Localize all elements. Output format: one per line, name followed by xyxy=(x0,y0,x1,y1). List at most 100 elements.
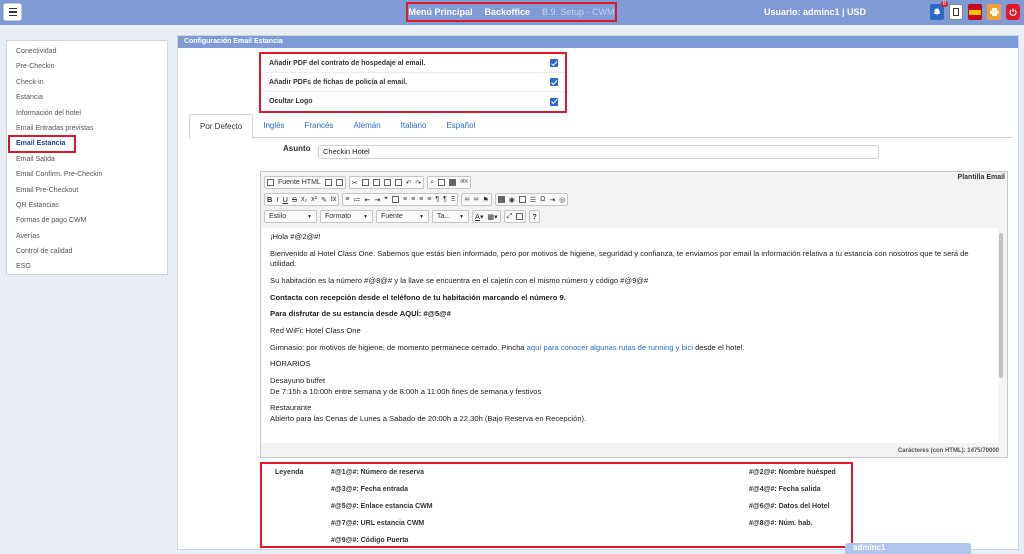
sidebar-item-averias[interactable]: Averías xyxy=(7,229,167,244)
menu-toggle-icon[interactable] xyxy=(3,3,22,21)
bullet-list-icon[interactable]: ≔ xyxy=(353,196,360,204)
editor-content[interactable]: ¡Hola #@2@#! Bienvenido al Hotel Class O… xyxy=(262,228,998,443)
sidebar-item-esg[interactable]: ESG xyxy=(7,259,167,274)
size-select[interactable]: Ta... ▼ xyxy=(432,210,469,223)
nav-backoffice[interactable]: Backoffice xyxy=(484,7,530,17)
special-char-icon[interactable]: Ω xyxy=(540,196,545,203)
document-icon[interactable] xyxy=(949,4,963,20)
content-paragraph: Gimnasio: por motivos de higiene, de mom… xyxy=(270,343,990,354)
paste-icon[interactable] xyxy=(372,179,380,186)
sidebar-item-email-pre-checkout[interactable]: Email Pre-Checkout xyxy=(7,183,167,198)
chevron-down-icon: ▼ xyxy=(419,213,424,220)
show-blocks-icon[interactable] xyxy=(516,213,524,220)
align-right-icon[interactable]: ≡ xyxy=(419,196,423,203)
copy-icon[interactable] xyxy=(361,179,369,186)
page-break-icon[interactable]: ⇥ xyxy=(549,196,555,204)
option-hide-logo[interactable]: Ocultar Logo xyxy=(261,92,565,111)
italic-icon[interactable]: I xyxy=(276,195,278,204)
superscript-icon[interactable]: x² xyxy=(311,196,317,203)
align-justify-icon[interactable]: ≡ xyxy=(427,196,431,203)
sidebar-item-email-confirm-pre-checkin[interactable]: Email Confirm. Pre-Checkin xyxy=(7,167,167,182)
sidebar-item-conectividad[interactable]: Conectividad xyxy=(7,44,167,59)
replace-icon[interactable] xyxy=(438,179,446,186)
bold-icon[interactable]: B xyxy=(267,195,272,204)
tab-spanish[interactable]: Español xyxy=(436,114,485,138)
table-icon[interactable] xyxy=(518,196,526,203)
notifications-icon[interactable]: 8 xyxy=(930,1,948,20)
sidebar-item-qr-estancias[interactable]: QR Estancias xyxy=(7,198,167,213)
running-routes-link[interactable]: aquí para conocer algunas rutas de runni… xyxy=(527,343,693,352)
link-icon[interactable]: ∞ xyxy=(464,196,469,203)
language-icon[interactable]: Ξ xyxy=(451,196,456,203)
spellcheck-icon[interactable]: ᵃᵇᶜ xyxy=(460,179,468,186)
subscript-icon[interactable]: x₂ xyxy=(301,196,307,203)
tab-german[interactable]: Alemán xyxy=(344,114,391,138)
sidebar-item-check-in[interactable]: Check-in xyxy=(7,75,167,90)
bg-color-icon[interactable]: ▩▾ xyxy=(488,213,498,221)
user-info[interactable]: Usuario: adminc1 | USD xyxy=(764,7,866,17)
sidebar-item-email-estancia[interactable]: Email Estancia xyxy=(8,135,76,153)
checkbox-police-pdf[interactable] xyxy=(550,78,558,86)
align-left-icon[interactable]: ≡ xyxy=(403,196,407,203)
preview-icon[interactable] xyxy=(324,179,332,186)
sidebar-item-estancia[interactable]: Estancia xyxy=(7,90,167,105)
source-button[interactable]: Fuente HTML xyxy=(278,179,321,186)
tab-english[interactable]: Inglés xyxy=(253,114,294,138)
cut-icon[interactable]: ✂ xyxy=(352,179,358,187)
help-icon[interactable]: ? xyxy=(532,212,537,221)
footer-user-tab[interactable]: adminc1 xyxy=(845,543,971,554)
text-color-icon[interactable]: A▾ xyxy=(475,212,484,221)
strike-icon[interactable]: S xyxy=(292,195,297,204)
template-icon[interactable] xyxy=(335,179,343,186)
sidebar-item-control-calidad[interactable]: Control de calidad xyxy=(7,244,167,259)
numbered-list-icon[interactable]: ≡ xyxy=(345,196,349,203)
select-all-icon[interactable] xyxy=(449,179,457,186)
paste-text-icon[interactable] xyxy=(383,179,391,186)
div-icon[interactable] xyxy=(391,196,399,203)
find-icon[interactable]: ⌕ xyxy=(430,179,434,187)
horizontal-rule-icon[interactable]: ☰ xyxy=(530,196,536,204)
notifications-badge: 8 xyxy=(940,1,948,7)
format-select[interactable]: Formato ▼ xyxy=(320,210,373,223)
redo-icon[interactable]: ↷ xyxy=(416,179,422,187)
align-center-icon[interactable]: ≡ xyxy=(411,196,415,203)
remove-format-icon[interactable]: Ix xyxy=(331,196,336,203)
spanish-flag-icon[interactable] xyxy=(968,4,982,20)
sidebar-item-email-salida[interactable]: Email Salida xyxy=(7,152,167,167)
sidebar-item-email-entradas[interactable]: Email Entradas previstas xyxy=(7,121,167,136)
blockquote-icon[interactable]: ❞ xyxy=(384,196,388,204)
option-contract-pdf[interactable]: Añadir PDF del contrato de hospedaje al … xyxy=(261,54,565,73)
undo-icon[interactable]: ↶ xyxy=(406,179,412,187)
font-select[interactable]: Fuente ▼ xyxy=(376,210,429,223)
checkbox-hide-logo[interactable] xyxy=(550,97,558,106)
format-painter-icon[interactable]: ✎ xyxy=(321,196,327,204)
option-police-pdf[interactable]: Añadir PDFs de fichas de policía al emai… xyxy=(261,73,565,92)
checkbox-contract-pdf[interactable] xyxy=(550,59,558,67)
anchor-icon[interactable]: ⚑ xyxy=(482,196,488,204)
outdent-icon[interactable]: ⇤ xyxy=(364,196,370,204)
tab-default[interactable]: Por Defecto xyxy=(189,114,254,139)
maximize-icon[interactable]: ⤢ xyxy=(507,213,513,221)
power-icon[interactable] xyxy=(1006,4,1020,20)
nav-setup-cwm[interactable]: B.9. Setup - CWM xyxy=(542,7,615,17)
ltr-icon[interactable]: ¶ xyxy=(435,196,439,203)
image-icon[interactable] xyxy=(497,196,505,203)
sidebar-item-pre-checkin[interactable]: Pre-Checkin xyxy=(7,59,167,74)
unlink-icon[interactable]: ∞ xyxy=(473,196,478,203)
tab-french[interactable]: Francés xyxy=(295,114,344,138)
indent-icon[interactable]: ⇥ xyxy=(374,196,380,204)
flash-icon[interactable]: ◉ xyxy=(509,196,515,204)
tab-italian[interactable]: Italiano xyxy=(391,114,437,138)
nav-main-menu[interactable]: Menú Principal xyxy=(408,7,472,17)
paste-word-icon[interactable] xyxy=(394,179,402,186)
editor-scrollbar[interactable] xyxy=(998,230,1004,442)
rtl-icon[interactable]: ¶ xyxy=(443,196,447,203)
style-select[interactable]: Estilo ▼ xyxy=(264,210,317,223)
sidebar-item-formas-pago[interactable]: Formas de pago CWM xyxy=(7,213,167,228)
underline-icon[interactable]: U xyxy=(283,195,288,204)
printer-icon[interactable] xyxy=(987,4,1001,20)
scrollbar-thumb[interactable] xyxy=(999,233,1003,378)
sidebar-item-informacion-hotel[interactable]: Información del hotel xyxy=(7,106,167,121)
subject-input[interactable]: Checkin Hotel xyxy=(318,145,879,159)
iframe-icon[interactable]: ◎ xyxy=(559,196,565,204)
